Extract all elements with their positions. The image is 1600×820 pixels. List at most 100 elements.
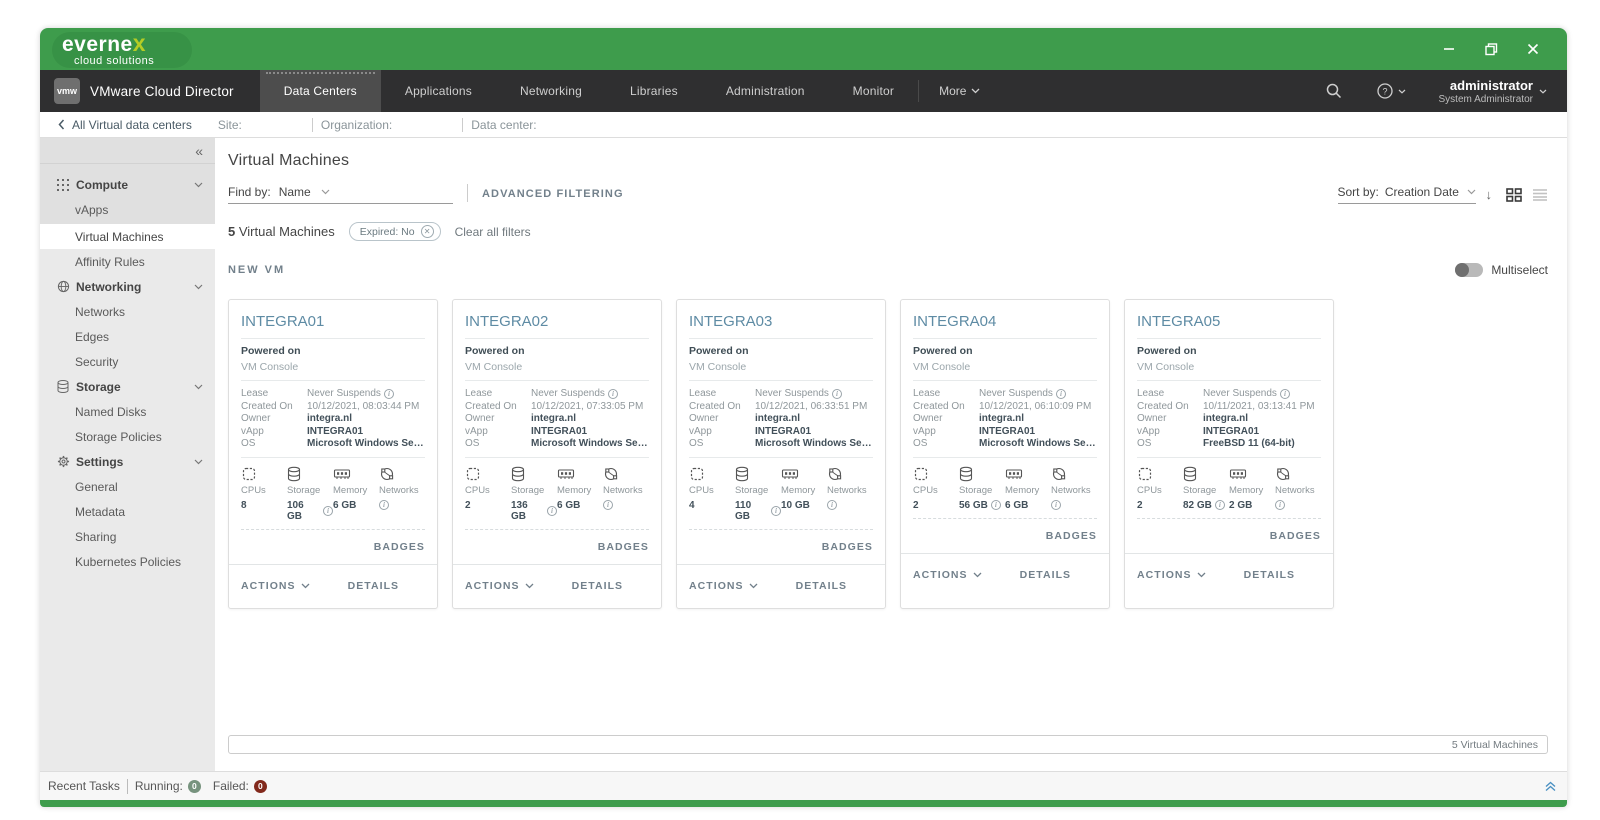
sidebar-item-security[interactable]: Security — [40, 349, 215, 374]
stat-memory: Memory 6 GB — [1005, 466, 1051, 511]
sidebar-item-vapps[interactable]: vApps — [40, 197, 215, 222]
sidebar-item-general[interactable]: General — [40, 474, 215, 499]
sidebar-item-kubernetes-policies[interactable]: Kubernetes Policies — [40, 549, 215, 574]
details-button[interactable]: DETAILS — [572, 580, 624, 592]
vm-console-link[interactable]: VM Console — [1137, 361, 1321, 381]
cpu-icon — [690, 467, 704, 481]
sidebar-item-named-disks[interactable]: Named Disks — [40, 399, 215, 424]
sort-by-select[interactable]: Sort by: Creation Date — [1337, 185, 1476, 204]
tab-data-centers[interactable]: Data Centers — [259, 70, 381, 112]
info-icon[interactable]: i — [603, 499, 613, 510]
recent-tasks-label[interactable]: Recent Tasks — [48, 779, 120, 793]
sidebar-section-compute[interactable]: Compute — [40, 172, 215, 197]
list-view-icon[interactable] — [1532, 188, 1548, 201]
expand-tasks-icon[interactable] — [1544, 781, 1557, 792]
vm-card: INTEGRA02 Powered on VM Console Lease Ne… — [452, 299, 662, 609]
networks-label: Networks — [379, 484, 419, 496]
vm-name-link[interactable]: INTEGRA01 — [241, 306, 425, 339]
sidebar-item-sharing[interactable]: Sharing — [40, 524, 215, 549]
breadcrumb-site: Site: — [217, 117, 242, 132]
sidebar-collapse-icon[interactable]: « — [195, 143, 203, 159]
vm-card: INTEGRA05 Powered on VM Console Lease Ne… — [1124, 299, 1334, 609]
clear-all-filters-link[interactable]: Clear all filters — [455, 225, 531, 239]
multiselect-toggle[interactable] — [1455, 263, 1484, 277]
vm-name-link[interactable]: INTEGRA03 — [689, 306, 873, 339]
help-menu[interactable]: ? — [1360, 70, 1422, 112]
sidebar-item-edges[interactable]: Edges — [40, 324, 215, 349]
badges-link[interactable]: BADGES — [822, 541, 873, 553]
actions-label: ACTIONS — [913, 568, 968, 581]
vm-name-link[interactable]: INTEGRA02 — [465, 306, 649, 339]
info-icon[interactable]: i — [1051, 499, 1061, 510]
info-icon[interactable]: i — [323, 505, 333, 516]
info-icon[interactable]: i — [771, 505, 781, 516]
vm-console-link[interactable]: VM Console — [465, 361, 649, 381]
badges-link[interactable]: BADGES — [598, 541, 649, 553]
info-icon[interactable]: i — [547, 505, 557, 516]
vm-console-link[interactable]: VM Console — [241, 361, 425, 381]
actions-button[interactable]: ACTIONS — [689, 580, 758, 592]
info-icon[interactable]: i — [1055, 389, 1066, 400]
info-icon[interactable]: i — [1279, 389, 1290, 400]
details-button[interactable]: DETAILS — [1020, 569, 1072, 581]
memory-icon — [1005, 469, 1023, 479]
vm-console-link[interactable]: VM Console — [689, 361, 873, 381]
filter-chip-expired[interactable]: Expired: No ✕ — [348, 222, 441, 241]
actions-button[interactable]: ACTIONS — [241, 580, 310, 592]
badges-link[interactable]: BADGES — [1046, 530, 1097, 542]
cpus-value: 2 — [913, 499, 919, 511]
info-icon[interactable]: i — [990, 500, 1001, 511]
tab-libraries[interactable]: Libraries — [606, 70, 702, 112]
sidebar-section-networking[interactable]: Networking — [40, 274, 215, 299]
close-icon[interactable] — [1525, 41, 1541, 57]
info-icon[interactable]: i — [827, 499, 837, 510]
new-vm-button[interactable]: NEW VM — [228, 264, 285, 276]
remove-filter-icon[interactable]: ✕ — [420, 225, 434, 238]
sidebar-item-storage-policies[interactable]: Storage Policies — [40, 424, 215, 449]
stat-networks: Networks i — [1275, 466, 1321, 511]
sidebar-item-virtual-machines[interactable]: Virtual Machines — [40, 224, 215, 249]
tab-networking[interactable]: Networking — [496, 70, 606, 112]
tab-applications[interactable]: Applications — [381, 70, 496, 112]
sidebar-item-affinity-rules[interactable]: Affinity Rules — [40, 249, 215, 274]
sidebar-section-settings[interactable]: Settings — [40, 449, 215, 474]
user-menu[interactable]: administrator System Administrator — [1423, 78, 1557, 105]
find-by-input[interactable]: Find by: Name — [228, 185, 453, 204]
info-icon[interactable]: i — [379, 499, 389, 510]
restore-icon[interactable] — [1483, 41, 1499, 57]
chevron-down-icon — [1197, 572, 1206, 578]
sidebar-section-storage[interactable]: Storage — [40, 374, 215, 399]
vm-console-link[interactable]: VM Console — [913, 361, 1097, 381]
details-button[interactable]: DETAILS — [1244, 569, 1296, 581]
actions-button[interactable]: ACTIONS — [1137, 569, 1206, 581]
details-button[interactable]: DETAILS — [348, 580, 400, 592]
info-icon[interactable]: i — [383, 389, 394, 400]
minimize-icon[interactable] — [1441, 41, 1457, 57]
vm-name-link[interactable]: INTEGRA04 — [913, 306, 1097, 339]
grid-view-icon[interactable] — [1506, 187, 1522, 202]
sort-direction-icon[interactable]: ↓ — [1486, 187, 1493, 202]
vmw-logo: vmw — [54, 78, 80, 104]
info-icon[interactable]: i — [831, 389, 842, 400]
back-link[interactable]: All Virtual data centers — [58, 118, 192, 132]
gear-icon — [56, 455, 70, 469]
actions-button[interactable]: ACTIONS — [465, 580, 534, 592]
main-area: « Compute vApps Virtual Machines Affinit… — [40, 138, 1567, 771]
tab-administration[interactable]: Administration — [702, 70, 829, 112]
search-button[interactable] — [1309, 70, 1359, 112]
sidebar-item-metadata[interactable]: Metadata — [40, 499, 215, 524]
advanced-filtering-link[interactable]: ADVANCED FILTERING — [482, 188, 624, 204]
actions-button[interactable]: ACTIONS — [913, 569, 982, 581]
find-by-value: Name — [278, 185, 311, 199]
more-menu[interactable]: More — [919, 70, 1000, 112]
details-button[interactable]: DETAILS — [796, 580, 848, 592]
sidebar-item-networks[interactable]: Networks — [40, 299, 215, 324]
info-icon[interactable]: i — [1214, 500, 1225, 511]
badges-link[interactable]: BADGES — [374, 541, 425, 553]
info-icon[interactable]: i — [1275, 499, 1285, 510]
vm-name-link[interactable]: INTEGRA05 — [1137, 306, 1321, 339]
stat-storage: Storage 56 GB i — [959, 466, 1005, 511]
tab-monitor[interactable]: Monitor — [829, 70, 918, 112]
badges-link[interactable]: BADGES — [1270, 530, 1321, 542]
info-icon[interactable]: i — [607, 389, 618, 400]
